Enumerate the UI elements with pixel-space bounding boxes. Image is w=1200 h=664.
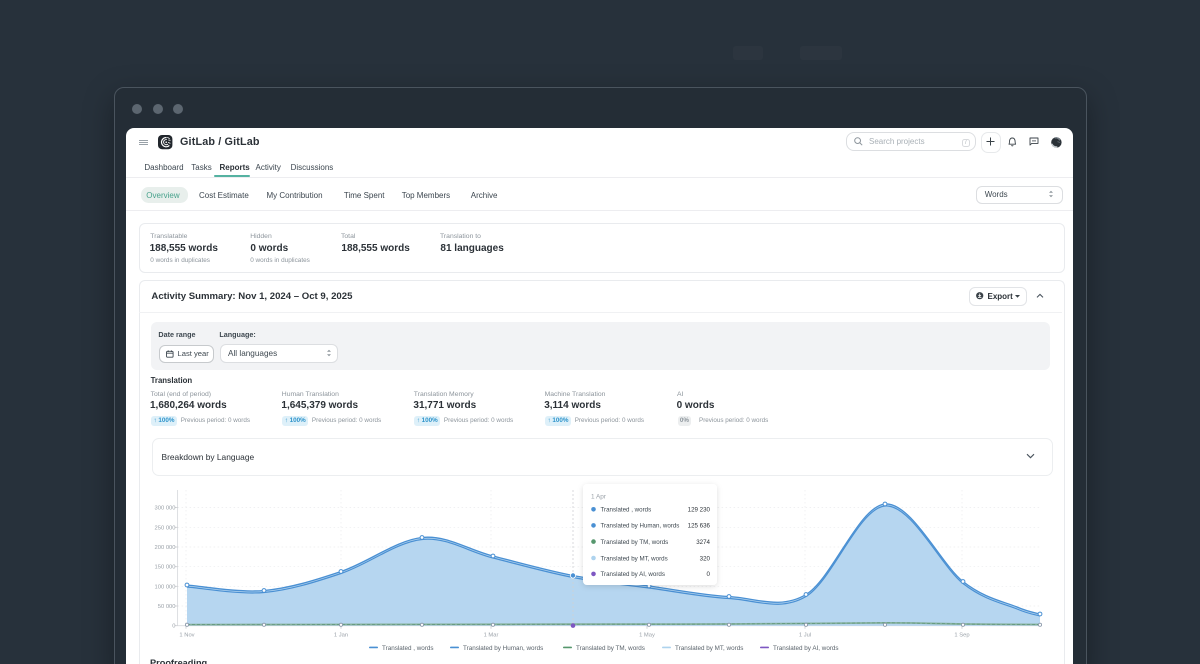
svg-text:Translated by Human, words: Translated by Human, words	[601, 523, 680, 530]
svg-text:Translated by TM, words: Translated by TM, words	[576, 645, 645, 652]
svg-text:0: 0	[707, 571, 711, 578]
svg-text:250 000: 250 000	[155, 525, 176, 531]
svg-text:Translated , words: Translated , words	[601, 507, 652, 514]
svg-text:Translated by AI, words: Translated by AI, words	[773, 645, 839, 652]
svg-text:1 May: 1 May	[639, 633, 655, 639]
svg-text:Translated , words: Translated , words	[382, 645, 434, 652]
svg-text:Translated by TM, words: Translated by TM, words	[601, 539, 669, 546]
svg-text:3274: 3274	[696, 539, 710, 546]
svg-text:200 000: 200 000	[155, 545, 176, 551]
svg-text:Translated by MT, words: Translated by MT, words	[675, 645, 743, 652]
svg-text:1 Mar: 1 Mar	[484, 633, 499, 639]
svg-text:150 000: 150 000	[155, 565, 176, 571]
svg-text:100 000: 100 000	[155, 584, 176, 590]
svg-text:0: 0	[172, 624, 175, 630]
svg-text:Translated by Human, words: Translated by Human, words	[463, 645, 543, 652]
svg-text:300 000: 300 000	[155, 506, 176, 512]
svg-text:1 Sep: 1 Sep	[954, 633, 969, 639]
svg-text:Translated by MT, words: Translated by MT, words	[601, 555, 668, 562]
svg-text:129 230: 129 230	[688, 507, 711, 514]
svg-text:1 Apr: 1 Apr	[591, 494, 607, 501]
svg-text:Translated by AI, words: Translated by AI, words	[601, 571, 665, 578]
svg-text:1 Jul: 1 Jul	[799, 633, 811, 639]
svg-text:125 636: 125 636	[688, 523, 711, 530]
svg-text:1 Jan: 1 Jan	[334, 633, 348, 639]
svg-text:50 000: 50 000	[158, 604, 176, 610]
svg-text:1 Nov: 1 Nov	[179, 633, 194, 639]
svg-text:320: 320	[700, 555, 711, 562]
